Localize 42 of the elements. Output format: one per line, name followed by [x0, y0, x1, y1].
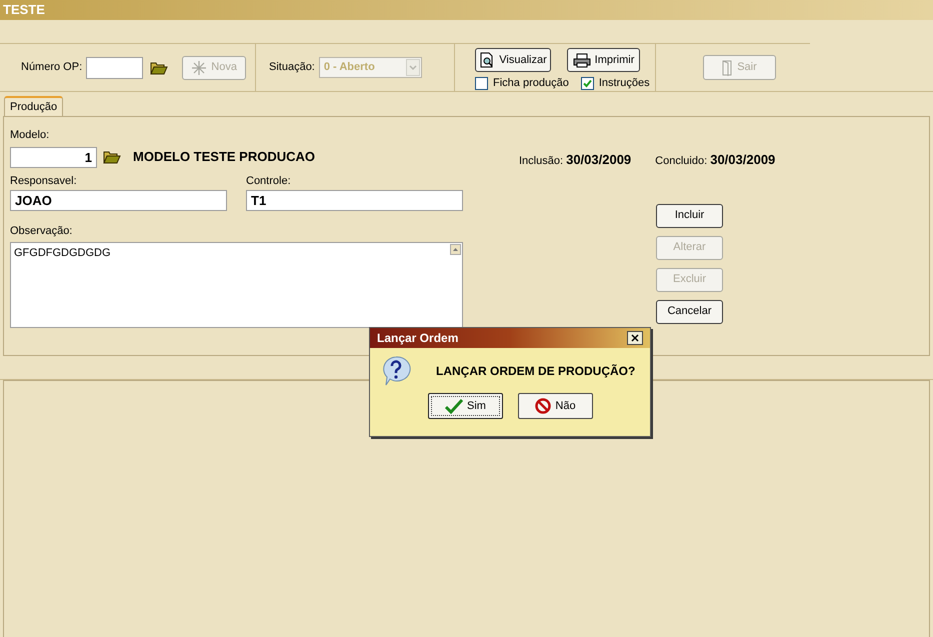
concluido-text: Concluido: 30/03/2009: [655, 151, 776, 169]
form-button[interactable]: Incluir: [656, 204, 723, 228]
inclusao-text: Inclusão: 30/03/2009: [519, 151, 632, 169]
responsavel-label: Responsavel:: [10, 174, 78, 188]
modelo-label: Modelo:: [10, 128, 50, 143]
chevron-down-icon: [406, 59, 420, 76]
check-icon: [582, 78, 592, 88]
controle-label: Controle:: [246, 174, 292, 188]
numero-op-field[interactable]: [86, 56, 144, 78]
observacao-field[interactable]: GFGDFGDGDGDG: [10, 242, 463, 328]
question-icon: [380, 355, 412, 387]
visualizar-button[interactable]: Visualizar: [475, 48, 551, 72]
prohibited-icon: [535, 398, 552, 414]
folder-icon[interactable]: [103, 150, 121, 164]
document-search-icon: [479, 52, 496, 68]
printer-icon: [572, 52, 591, 68]
responsavel-field[interactable]: JOAO: [10, 190, 227, 211]
checkmark-icon: [445, 398, 464, 414]
checkbox[interactable]: [475, 76, 488, 90]
dialog-title: Lançar Ordem: [377, 330, 458, 347]
dialog-button[interactable]: Sim: [428, 393, 503, 419]
form-button[interactable]: Cancelar: [656, 300, 723, 324]
controle-field[interactable]: T1: [246, 190, 463, 211]
dialog-message: LANÇAR ORDEM DE PRODUÇÃO?: [436, 363, 636, 380]
door-icon: [721, 60, 734, 76]
observacao-label: Observação:: [10, 224, 74, 239]
imprimir-button[interactable]: Imprimir: [567, 48, 640, 72]
close-button[interactable]: [627, 331, 643, 345]
scroll-up-icon[interactable]: [450, 244, 461, 254]
checkbox-label: Instruções: [598, 76, 650, 91]
dialog-button[interactable]: Não: [518, 393, 593, 419]
folder-icon[interactable]: [150, 60, 168, 74]
situacao-label: Situação:: [269, 60, 315, 76]
checkbox[interactable]: [580, 76, 594, 90]
close-icon: [631, 334, 639, 342]
star-burst-icon: [191, 60, 208, 76]
window-title: TESTE: [3, 1, 45, 20]
checkbox-label: Ficha produção: [493, 76, 569, 91]
tab[interactable]: Produção: [4, 96, 64, 116]
numero-op-label: Número OP:: [21, 60, 82, 76]
modelo-description: MODELO TESTE PRODUCAO: [133, 148, 316, 166]
modelo-field[interactable]: 1: [10, 146, 97, 168]
